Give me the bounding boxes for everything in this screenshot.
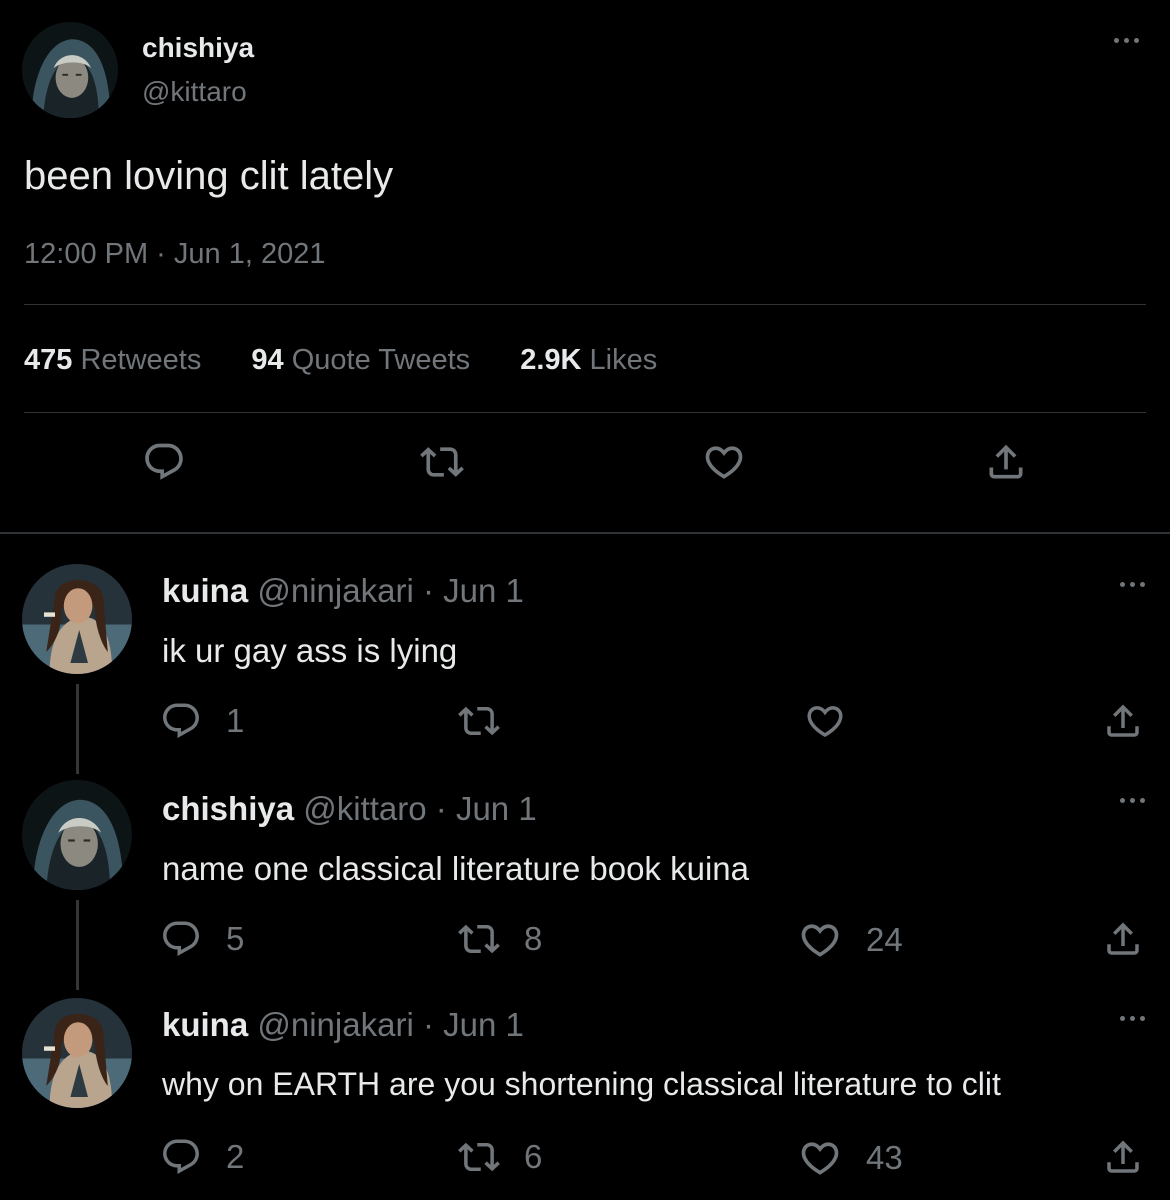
- more-icon[interactable]: [1112, 790, 1152, 810]
- reply-date[interactable]: · Jun 1: [423, 572, 524, 609]
- share-icon: [1102, 1136, 1144, 1178]
- main-tweet-display-name[interactable]: chishiya: [142, 32, 254, 64]
- reply-handle[interactable]: @ninjakari: [257, 1006, 413, 1043]
- retweet-button[interactable]: 8: [458, 918, 542, 960]
- main-tweet-handle[interactable]: @kittaro: [142, 76, 247, 108]
- share-icon: [1102, 700, 1144, 742]
- retweets-count: 475: [24, 344, 73, 376]
- reply-icon: [160, 918, 202, 960]
- heart-icon: [798, 918, 842, 962]
- reply-count: 2: [226, 1138, 245, 1175]
- reply-button[interactable]: 2: [160, 1136, 244, 1178]
- thread-line: [76, 900, 79, 990]
- share-button[interactable]: [1102, 700, 1144, 742]
- reply-count: 1: [226, 702, 245, 739]
- retweet-icon: [458, 700, 500, 742]
- like-count: 24: [866, 921, 903, 958]
- reply-header: kuina @ninjakari · Jun 1: [162, 572, 524, 610]
- reply-icon: [160, 1136, 202, 1178]
- retweet-button[interactable]: [458, 700, 500, 742]
- reply-button[interactable]: 1: [160, 700, 244, 742]
- reply-header: chishiya @kittaro · Jun 1: [162, 790, 537, 828]
- share-button[interactable]: [1102, 918, 1144, 960]
- avatar[interactable]: [22, 998, 132, 1108]
- reply-handle[interactable]: @ninjakari: [257, 572, 413, 609]
- reply-count: 5: [226, 920, 245, 957]
- avatar[interactable]: [22, 564, 132, 674]
- share-icon: [1102, 918, 1144, 960]
- main-tweet-text: been loving clit lately: [24, 154, 394, 198]
- retweet-button[interactable]: 6: [458, 1136, 542, 1178]
- avatar[interactable]: [22, 22, 118, 118]
- quotes-stat[interactable]: 94 Quote Tweets: [251, 344, 478, 376]
- share-icon: [984, 440, 1028, 484]
- likes-label: Likes: [589, 344, 658, 376]
- heart-icon: [702, 440, 746, 484]
- like-button[interactable]: 43: [798, 1136, 903, 1180]
- like-button[interactable]: 24: [798, 918, 903, 962]
- reply-icon: [160, 700, 202, 742]
- retweet-icon: [458, 918, 500, 960]
- heart-icon: [798, 1136, 842, 1180]
- reply-date[interactable]: · Jun 1: [436, 790, 537, 827]
- retweet-icon: [458, 1136, 500, 1178]
- share-button[interactable]: [984, 440, 1028, 484]
- likes-stat[interactable]: 2.9K Likes: [520, 344, 657, 376]
- reply-text: ik ur gay ass is lying: [162, 632, 458, 669]
- like-button[interactable]: [702, 440, 746, 484]
- heart-icon: [804, 700, 846, 742]
- retweets-label: Retweets: [80, 344, 202, 376]
- main-tweet-timestamp[interactable]: 12:00 PM · Jun 1, 2021: [24, 238, 325, 271]
- quotes-count: 94: [251, 344, 284, 376]
- reply-button[interactable]: [142, 440, 186, 484]
- like-button[interactable]: [804, 700, 846, 742]
- divider: [24, 412, 1146, 413]
- like-count: 43: [866, 1139, 903, 1176]
- reply-handle[interactable]: @kittaro: [303, 790, 426, 827]
- retweet-icon: [420, 440, 464, 484]
- section-divider: [0, 532, 1170, 534]
- reply-display-name[interactable]: kuina: [162, 572, 248, 609]
- avatar[interactable]: [22, 780, 132, 890]
- thread-line: [76, 684, 79, 774]
- more-icon[interactable]: [1112, 574, 1152, 594]
- reply-text: name one classical literature book kuina: [162, 850, 749, 887]
- likes-count: 2.9K: [520, 344, 582, 376]
- quotes-label: Quote Tweets: [291, 344, 471, 376]
- reply-text: why on EARTH are you shortening classica…: [162, 1066, 1001, 1102]
- reply-button[interactable]: 5: [160, 918, 244, 960]
- share-button[interactable]: [1102, 1136, 1144, 1178]
- reply-date[interactable]: · Jun 1: [423, 1006, 524, 1043]
- retweets-stat[interactable]: 475 Retweets: [24, 344, 209, 376]
- tweet-stats: 475 Retweets 94 Quote Tweets 2.9K Likes: [24, 344, 657, 377]
- retweet-count: 8: [524, 920, 543, 957]
- more-icon[interactable]: [1112, 1008, 1152, 1028]
- retweet-button[interactable]: [420, 440, 464, 484]
- divider: [24, 304, 1146, 305]
- reply-display-name[interactable]: chishiya: [162, 790, 294, 827]
- reply-display-name[interactable]: kuina: [162, 1006, 248, 1043]
- reply-icon: [142, 440, 186, 484]
- more-icon[interactable]: [1106, 30, 1146, 50]
- reply-header: kuina @ninjakari · Jun 1: [162, 1006, 524, 1044]
- retweet-count: 6: [524, 1138, 543, 1175]
